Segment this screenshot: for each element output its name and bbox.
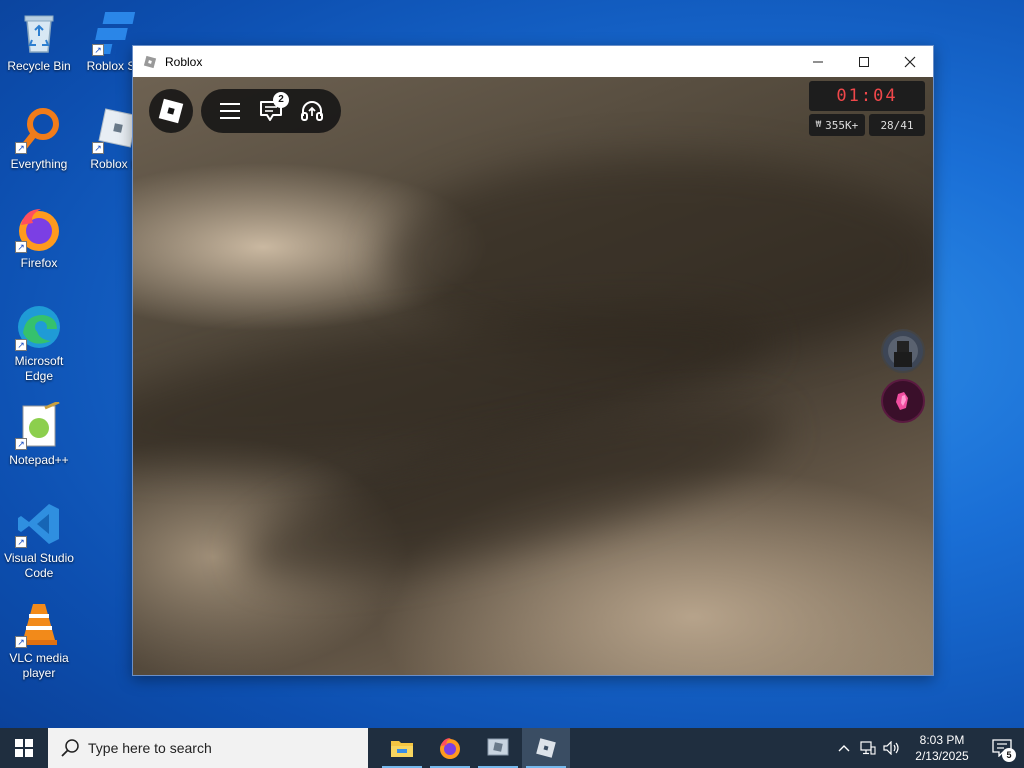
roblox-menu-button[interactable]	[149, 89, 193, 133]
volume-icon	[883, 741, 899, 755]
roblox-studio-icon	[487, 738, 509, 756]
desktop-icon-label: Recycle Bin	[7, 59, 71, 73]
shortcut-arrow-icon: ↗	[92, 142, 104, 154]
roblox-toolbar: 2	[201, 89, 341, 133]
window-titlebar[interactable]: Roblox	[133, 46, 933, 77]
shortcut-arrow-icon: ↗	[15, 241, 27, 253]
taskbar-roblox[interactable]	[522, 728, 570, 768]
desktop-icon-firefox[interactable]: ↗ Firefox	[1, 205, 77, 271]
network-button[interactable]	[856, 728, 880, 768]
taskbar: Type here to search 8:03 PM 2/13/2025 5	[0, 728, 1024, 768]
desktop-icon-everything[interactable]: ↗ Everything	[1, 106, 77, 172]
shortcut-arrow-icon: ↗	[15, 636, 27, 648]
search-placeholder: Type here to search	[88, 740, 212, 756]
window-title: Roblox	[165, 54, 203, 69]
clock-date: 2/13/2025	[915, 749, 969, 763]
roblox-app-icon	[142, 54, 158, 70]
edge-icon: ↗	[15, 303, 63, 351]
taskbar-roblox-studio[interactable]	[474, 728, 522, 768]
system-tray: 8:03 PM 2/13/2025 5	[832, 728, 1024, 768]
headset-icon	[301, 101, 324, 121]
taskbar-firefox[interactable]	[426, 728, 474, 768]
taskbar-file-explorer[interactable]	[378, 728, 426, 768]
roblox-window[interactable]: Roblox 2 01:04 ₩ 355K+ 28/41	[132, 45, 934, 676]
network-icon	[860, 741, 876, 755]
player-avatar-icon	[888, 336, 918, 367]
maximize-icon	[859, 56, 869, 67]
search-icon	[61, 739, 79, 757]
player-count: 28/41	[869, 114, 925, 136]
volume-button[interactable]	[880, 728, 904, 768]
shortcut-arrow-icon: ↗	[15, 339, 27, 351]
desktop-icon-label: VLC media player	[9, 651, 69, 680]
hamburger-menu-button[interactable]	[216, 97, 244, 125]
shortcut-arrow-icon: ↗	[92, 44, 104, 56]
close-button[interactable]	[887, 46, 933, 77]
windows-logo-icon	[15, 739, 33, 757]
desktop-icon-label: Notepad++	[9, 453, 69, 467]
clock-time: 8:03 PM	[919, 733, 965, 747]
notification-count-badge: 5	[1002, 748, 1016, 762]
chevron-up-icon	[838, 745, 850, 752]
emote-icon	[896, 392, 908, 410]
firefox-icon: ↗	[15, 205, 63, 253]
roblox-icon	[536, 738, 556, 758]
shortcut-arrow-icon: ↗	[15, 438, 27, 450]
player-avatar-button[interactable]	[881, 329, 925, 373]
minimize-icon	[813, 61, 823, 62]
desktop-icon-recycle-bin[interactable]: Recycle Bin	[1, 8, 77, 74]
desktop-icon-vlc[interactable]: ↗ VLC media player	[1, 600, 77, 681]
desktop-icon-label: Microsoft Edge	[14, 354, 64, 383]
desktop-icon-label: Visual Studio Code	[4, 551, 74, 580]
chat-button[interactable]: 2	[257, 92, 289, 125]
taskbar-search-box[interactable]: Type here to search	[48, 728, 368, 768]
minimize-button[interactable]	[795, 46, 841, 77]
recycle-bin-icon	[15, 8, 63, 56]
file-explorer-icon	[391, 741, 413, 757]
action-center-button[interactable]: 5	[980, 728, 1024, 768]
vlc-icon: ↗	[15, 600, 63, 648]
round-timer: 01:04	[809, 81, 925, 111]
maximize-button[interactable]	[841, 46, 887, 77]
currency-value: 355K+	[825, 118, 859, 132]
chat-unread-badge: 2	[272, 92, 289, 108]
currency-icon: ₩	[815, 120, 822, 130]
hamburger-icon	[219, 103, 240, 119]
emote-button[interactable]	[881, 379, 925, 423]
show-hidden-icons-button[interactable]	[832, 728, 856, 768]
desktop-icon-vscode[interactable]: ↗ Visual Studio Code	[1, 500, 77, 581]
notepadpp-icon: ↗	[15, 400, 63, 450]
close-icon	[904, 56, 916, 67]
roblox-logo-icon	[158, 98, 184, 124]
shortcut-arrow-icon: ↗	[15, 142, 27, 154]
firefox-icon	[440, 738, 460, 759]
desktop-icon-edge[interactable]: ↗ Microsoft Edge	[1, 303, 77, 384]
everything-search-icon: ↗	[15, 106, 63, 154]
desktop-icon-label: Firefox	[20, 256, 58, 270]
game-viewport[interactable]: 2 01:04 ₩ 355K+ 28/41	[133, 77, 933, 675]
desktop-icon-notepadpp[interactable]: ↗ Notepad++	[1, 400, 77, 468]
desktop-icon-label: Everything	[10, 157, 68, 171]
vscode-icon: ↗	[15, 500, 63, 548]
currency-counter: ₩ 355K+	[809, 114, 865, 136]
voice-headset-button[interactable]	[298, 97, 326, 125]
shortcut-arrow-icon: ↗	[15, 536, 27, 548]
start-button[interactable]	[0, 728, 48, 768]
taskbar-clock[interactable]: 8:03 PM 2/13/2025	[904, 732, 980, 764]
